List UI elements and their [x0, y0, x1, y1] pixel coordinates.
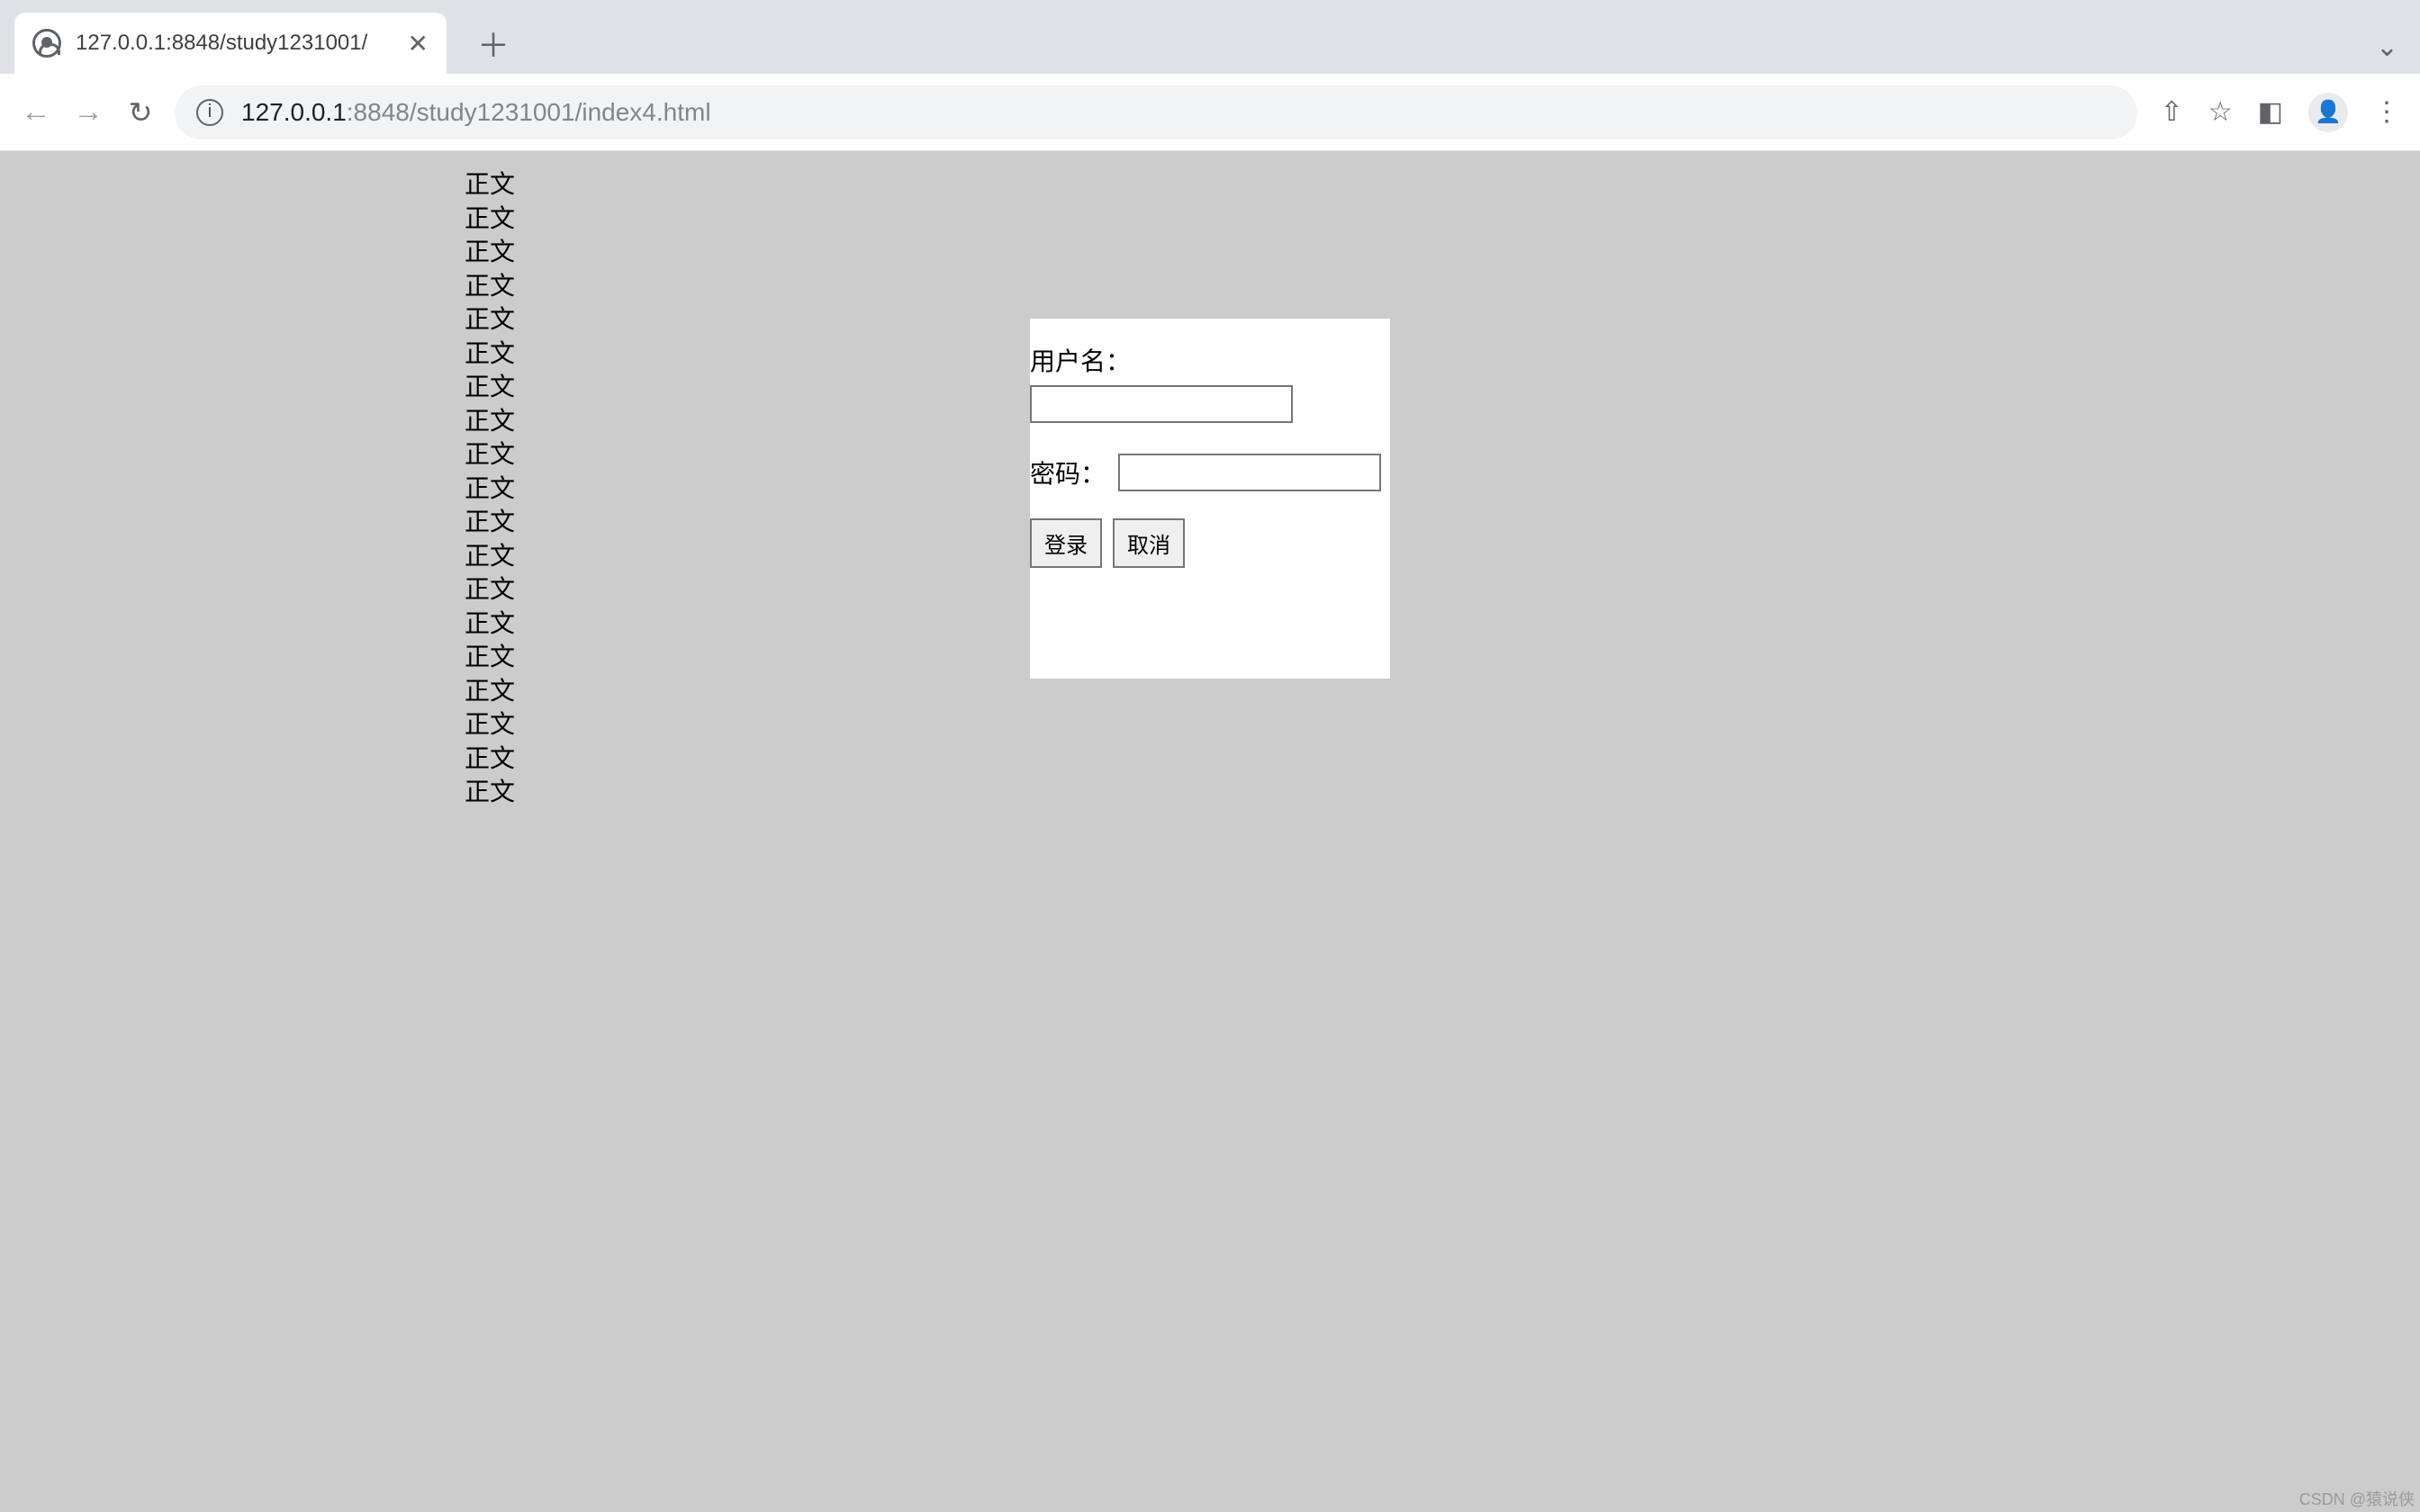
body-text-line: 正文 [465, 404, 515, 438]
password-label: 密码： [1030, 454, 1106, 490]
menu-icon[interactable]: ⋮ [2373, 96, 2398, 128]
sidepanel-icon[interactable]: ◧ [2258, 96, 2283, 128]
toolbar: ← → ↻ i 127.0.0.1:8848/study1231001/inde… [0, 74, 2420, 151]
reload-button[interactable]: ↻ [122, 94, 158, 130]
body-text-line: 正文 [465, 370, 515, 404]
profile-avatar[interactable]: 👤 [2308, 93, 2348, 132]
watermark: CSDN @猿说侠 [2299, 1487, 2415, 1510]
browser-chrome: 127.0.0.1:8848/study1231001/ ✕ ＋ ⌄ ← → ↻… [0, 0, 2420, 151]
share-icon[interactable]: ⇧ [2161, 96, 2183, 128]
body-text-line: 正文 [465, 302, 515, 337]
tab-close-icon[interactable]: ✕ [408, 29, 429, 58]
body-text-line: 正文 [465, 607, 515, 641]
favicon-globe-icon [32, 29, 61, 58]
body-text-line: 正文 [465, 235, 515, 269]
profile-icon: 👤 [2315, 99, 2342, 125]
login-button[interactable]: 登录 [1030, 518, 1102, 568]
body-text-line: 正文 [465, 572, 515, 607]
body-text-column: 正文正文正文正文正文正文正文正文正文正文正文正文正文正文正文正文正文正文正文 [465, 167, 515, 809]
back-button[interactable]: ← [18, 94, 54, 130]
url-port: :8848 [347, 98, 410, 127]
browser-tab-active[interactable]: 127.0.0.1:8848/study1231001/ ✕ [14, 13, 447, 74]
button-row: 登录 取消 [1030, 518, 1390, 568]
url-host: 127.0.0.1 [241, 98, 347, 127]
toolbar-right: ⇧ ☆ ◧ 👤 ⋮ [2154, 93, 2402, 132]
body-text-line: 正文 [465, 167, 515, 202]
page-viewport: 正文正文正文正文正文正文正文正文正文正文正文正文正文正文正文正文正文正文正文 用… [0, 151, 2420, 1512]
reload-icon: ↻ [129, 95, 153, 130]
forward-button[interactable]: → [70, 94, 106, 130]
body-text-line: 正文 [465, 472, 515, 506]
body-text-line: 正文 [465, 775, 515, 809]
username-label: 用户名： [1030, 342, 1390, 378]
username-input[interactable] [1030, 385, 1293, 423]
body-text-line: 正文 [465, 742, 515, 776]
body-text-line: 正文 [465, 505, 515, 539]
body-text-line: 正文 [465, 674, 515, 708]
bookmark-icon[interactable]: ☆ [2208, 96, 2233, 128]
body-text-line: 正文 [465, 202, 515, 236]
tab-strip: 127.0.0.1:8848/study1231001/ ✕ ＋ ⌄ [0, 0, 2420, 74]
login-dialog: 用户名： 密码： 登录 取消 [1030, 319, 1390, 679]
back-arrow-icon: ← [21, 94, 51, 130]
body-text-line: 正文 [465, 707, 515, 742]
address-bar[interactable]: i 127.0.0.1:8848/study1231001/index4.htm… [175, 86, 2137, 140]
body-text-line: 正文 [465, 337, 515, 371]
tabs-dropdown-icon[interactable]: ⌄ [2376, 32, 2398, 63]
forward-arrow-icon: → [73, 94, 104, 130]
tab-title: 127.0.0.1:8848/study1231001/ [76, 31, 401, 56]
url-path: /study1231001/index4.html [410, 98, 711, 127]
body-text-line: 正文 [465, 437, 515, 472]
cancel-button[interactable]: 取消 [1113, 518, 1185, 568]
site-info-icon[interactable]: i [196, 99, 223, 126]
body-text-line: 正文 [465, 539, 515, 573]
password-input[interactable] [1118, 454, 1381, 491]
body-text-line: 正文 [465, 640, 515, 674]
body-text-line: 正文 [465, 269, 515, 303]
new-tab-button[interactable]: ＋ [468, 18, 519, 68]
